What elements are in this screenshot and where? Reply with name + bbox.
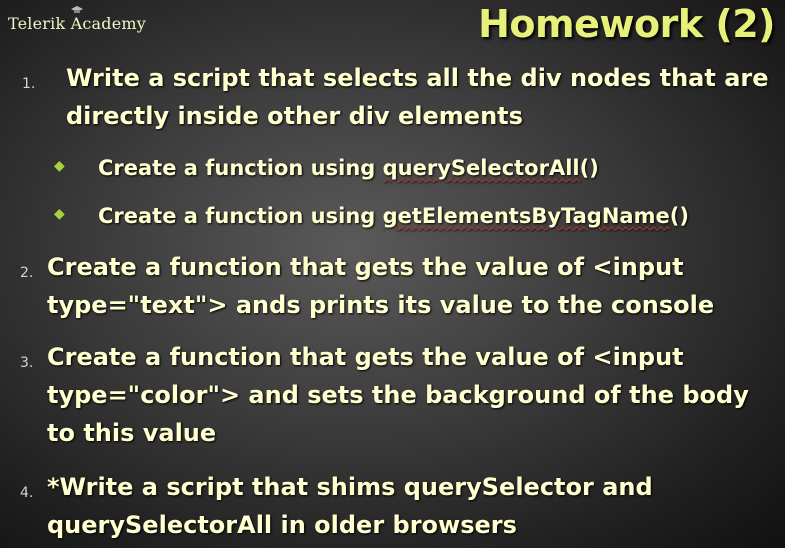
code-term: querySelectorAll (382, 156, 580, 180)
diamond-bullet-icon: ◆ (54, 206, 65, 222)
diamond-bullet-icon: ◆ (54, 158, 65, 174)
sub-item-suffix: () (579, 156, 599, 180)
item-number: 4. (20, 485, 34, 501)
item-text-line: *Write a script that shims querySelector… (47, 473, 653, 501)
sub-item-prefix: Create a function using (98, 204, 383, 228)
graduation-cap-icon (71, 6, 83, 13)
item-text-line: Write a script that selects all the div … (66, 64, 769, 92)
sub-item-text: Create a function using getElementsByTag… (98, 198, 689, 234)
code-term: getElementsByTagName (382, 204, 670, 228)
item-number: 1. (22, 76, 36, 92)
logo-text: Telerik Academy (8, 14, 147, 33)
item-text-line: querySelectorAll in older browsers (47, 511, 517, 539)
sub-item-text: Create a function using querySelectorAll… (98, 150, 599, 186)
telerik-academy-logo: Telerik Academy (8, 6, 147, 33)
item-number: 3. (20, 355, 34, 371)
item-text-line: Create a function that gets the value of… (47, 253, 684, 281)
sub-item-prefix: Create a function using (98, 156, 383, 180)
item-text-line: to this value (47, 419, 217, 447)
slide-title: Homework (2) (478, 2, 775, 46)
item-text-line: directly inside other div elements (66, 102, 523, 130)
item-number: 2. (20, 265, 34, 281)
item-text-line: type="color"> and sets the background of… (47, 381, 749, 409)
item-text-line: type="text"> ands prints its value to th… (47, 291, 715, 319)
item-text-line: Create a function that gets the value of… (47, 343, 684, 371)
sub-item-suffix: () (669, 204, 689, 228)
